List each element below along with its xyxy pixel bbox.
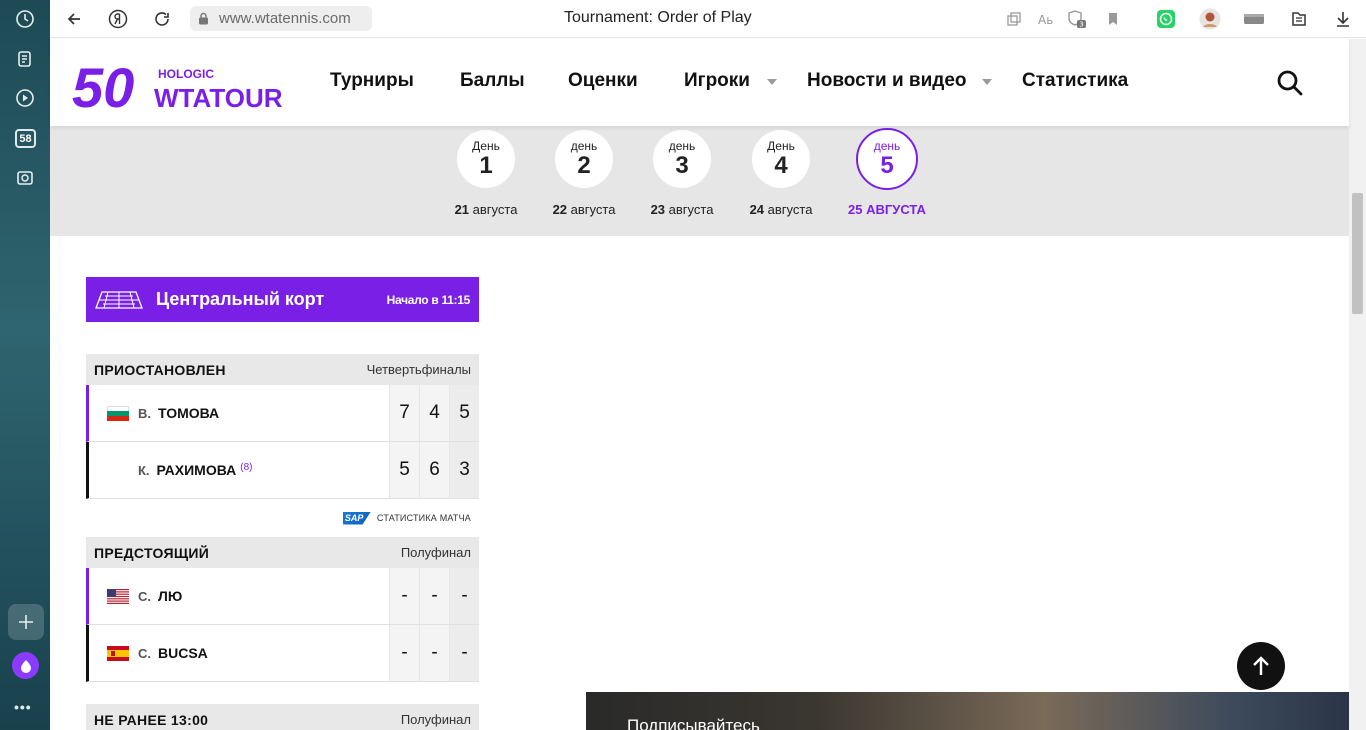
nav-scores[interactable]: Оценки [568,70,638,92]
nav-players[interactable]: Игроки [684,70,750,92]
browser-toolbar: www.wtatennis.com Tournament: Order of P… [50,0,1366,38]
player-row[interactable]: С. BUCSA - - - [86,625,479,682]
set-score: - [449,625,479,681]
screenshot-icon[interactable] [13,166,37,190]
set-score: 7 [389,385,419,441]
add-panel-button[interactable] [8,604,44,640]
search-icon[interactable] [1276,69,1304,97]
set-score: 4 [419,385,449,441]
set-score: - [389,568,419,624]
page-scrollbar[interactable] [1349,39,1366,730]
set-score: 5 [389,442,419,498]
browser-sidebar: 58 ••• [0,0,50,730]
profile-avatar[interactable] [1199,8,1221,30]
back-to-top-button[interactable] [1237,642,1285,690]
court-start-time: Начало в 11:15 [386,293,471,307]
match-round: Четвертьфиналы [366,362,471,377]
player-name[interactable]: BUCSA [158,645,208,661]
news-chevron-down-icon[interactable] [982,79,992,85]
svg-text:WTATOUR: WTATOUR [154,83,283,113]
tennis-court-icon [95,291,143,309]
translate-icon[interactable]: Аь [1035,8,1057,30]
nav-rankings[interactable]: Баллы [460,70,525,92]
usa-flag-icon [107,588,129,604]
day-selector: День 1 21 августа день 2 22 августа день 3 … [50,126,1349,236]
day-tab-4[interactable]: День 4 24 августа [741,130,821,217]
arrow-up-icon [1253,656,1269,675]
yandex-icon[interactable] [106,7,130,31]
player-name[interactable]: ЛЮ [158,588,182,604]
match-status: ПРЕДСТОЯЩИЙ [94,544,210,561]
nav-news-video[interactable]: Новости и видео [807,70,967,92]
subscribe-text: Подписывайтесь [627,716,760,730]
protect-icon[interactable]: 3 [1066,8,1088,30]
player-row[interactable]: С. ЛЮ - - - [86,568,479,625]
spain-flag-icon [107,645,129,661]
sap-logo: SAP [342,511,371,525]
set-score: - [419,568,449,624]
player-name[interactable]: ТОМОВА [158,405,219,421]
set-score: - [449,568,479,624]
svg-text:HOLOGIC: HOLOGIC [158,67,214,81]
court-header: Центральный корт Начало в 11:15 [86,277,479,322]
svg-text:3: 3 [1079,21,1083,29]
address-bar[interactable]: www.wtatennis.com [190,6,372,31]
match-status: ПРИОСТАНОВЛЕН [94,361,226,378]
download-icon[interactable] [1332,8,1354,30]
set-score: 3 [449,442,479,498]
player-name[interactable]: РАХИМОВА [157,462,237,478]
history-icon[interactable] [13,7,37,31]
match-round: Полуфинал [400,545,471,560]
alice-assistant-icon[interactable] [12,652,39,679]
day-tab-1[interactable]: День 1 21 августа [446,130,526,217]
set-score: - [389,625,419,681]
tabs-icon[interactable] [1003,8,1025,30]
court-card: Центральный корт Начало в 11:15 ПРИОСТАН… [86,277,479,730]
back-icon[interactable] [62,7,86,31]
player-row[interactable]: В. ТОМОВА 7 4 5 [86,385,479,442]
match-status: НЕ РАНЕЕ 13:00 [94,711,209,728]
wta-logo[interactable]: 50 HOLOGIC WTATOUR [72,51,292,119]
match-1-header: ПРИОСТАНОВЛЕН Четвертьфиналы [86,354,479,385]
day-tab-3[interactable]: день 3 23 августа [642,130,722,217]
bookmark-icon[interactable] [1102,8,1124,30]
media-icon[interactable] [1243,8,1265,30]
site-header: 50 HOLOGIC WTATOUR Турниры Баллы Оценки … [50,39,1349,126]
subscribe-banner[interactable]: Подписывайтесь [586,692,1349,730]
reader-icon[interactable] [1288,8,1310,30]
nav-tournaments[interactable]: Турниры [330,70,414,92]
whatsapp-icon[interactable] [1155,8,1177,30]
match-stats-link[interactable]: SAP СТАТИСТИКА МАТЧА [86,499,479,537]
set-score: - [419,625,449,681]
url-text: www.wtatennis.com [219,10,351,27]
collections-icon[interactable] [13,47,37,71]
lock-icon [199,12,208,25]
page-title: Tournament: Order of Play [564,9,752,26]
set-score: 5 [449,385,479,441]
video-icon[interactable] [13,86,37,110]
svg-text:Аь: Аь [1038,13,1053,27]
day-tab-2[interactable]: день 2 22 августа [544,130,624,217]
players-chevron-down-icon[interactable] [767,79,777,85]
scrollbar-thumb[interactable] [1352,193,1363,314]
player-seed: (8) [240,461,253,473]
reload-icon[interactable] [150,7,174,31]
svg-text:50: 50 [72,56,134,113]
bulgaria-flag-icon [107,405,129,421]
day-tab-5-active[interactable]: день 5 25 АВГУСТА [847,128,927,217]
nav-stats[interactable]: Статистика [1022,70,1128,92]
set-score: 6 [419,442,449,498]
player-row[interactable]: К. РАХИМОВА (8) 5 6 3 [86,442,479,499]
match-round: Полуфинал [400,712,471,727]
match-2-header: ПРЕДСТОЯЩИЙ Полуфинал [86,537,479,568]
more-icon[interactable]: ••• [14,699,32,715]
match-3-header: НЕ РАНЕЕ 13:00 Полуфинал [86,704,479,730]
court-name: Центральный корт [156,289,325,309]
notifications-badge[interactable]: 58 [15,129,36,148]
